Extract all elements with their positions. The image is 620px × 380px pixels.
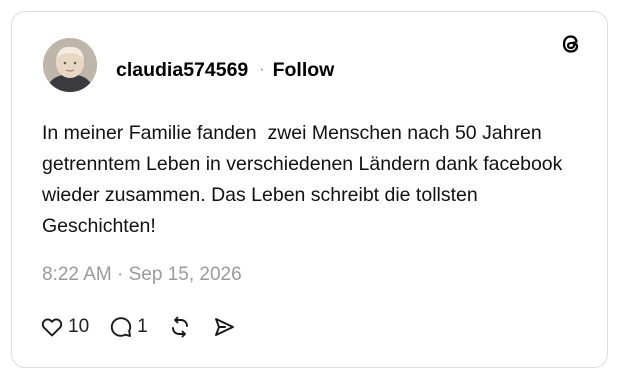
- share-button[interactable]: [212, 315, 236, 339]
- follow-button[interactable]: Follow: [273, 59, 335, 82]
- post-timestamp[interactable]: 8:22 AM · Sep 15, 2026: [42, 264, 242, 286]
- repost-button[interactable]: [168, 315, 192, 339]
- reply-count: 1: [137, 316, 148, 337]
- avatar[interactable]: [43, 38, 97, 92]
- repost-icon: [171, 316, 188, 338]
- post-card: claudia574569 · Follow In meiner Familie…: [11, 11, 608, 368]
- separator-dot: ·: [259, 61, 265, 78]
- post-header: claudia574569 · Follow: [116, 58, 334, 82]
- like-button[interactable]: 10: [40, 315, 89, 339]
- action-bar: 10 1: [40, 314, 236, 340]
- avatar-photo: [43, 38, 97, 92]
- threads-logo-icon[interactable]: [559, 32, 583, 56]
- username[interactable]: claudia574569: [116, 59, 248, 82]
- send-icon: [214, 318, 234, 336]
- like-count: 10: [68, 316, 90, 337]
- reply-button[interactable]: 1: [109, 315, 148, 339]
- comment-icon: [110, 317, 132, 337]
- post-text: In meiner Familie fanden zwei Menschen n…: [42, 122, 568, 237]
- heart-icon: [41, 318, 63, 337]
